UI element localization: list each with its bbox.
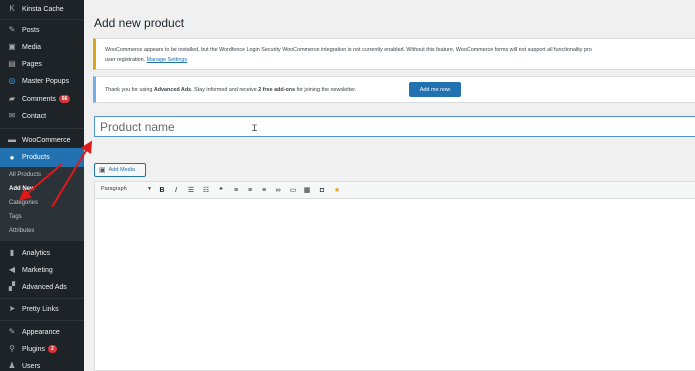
- kinsta-icon: K: [9, 4, 15, 13]
- menu-item-woocommerce[interactable]: ▬ WooCommerce: [0, 131, 84, 149]
- menu-item-master-popups[interactable]: ◎ Master Popups: [0, 72, 84, 90]
- menu-label: Appearance: [22, 328, 60, 336]
- submenu-tags[interactable]: Tags: [9, 214, 22, 220]
- ads-icon: ▞: [8, 282, 16, 291]
- add-media-button[interactable]: ▣ Add Media: [94, 163, 146, 177]
- menu-label: WooCommerce: [22, 136, 71, 144]
- submenu-add-new[interactable]: Add New: [9, 186, 35, 192]
- menu-item-users[interactable]: ♟ Users: [0, 357, 84, 371]
- numbered-list-icon[interactable]: ☷: [201, 185, 211, 195]
- notice-brand: Advanced Ads: [153, 87, 192, 93]
- notice-text: Thank you for using Advanced Ads. Stay i…: [105, 87, 356, 93]
- editor-toolbar: Paragraph ▼ B I ☰ ☷ ❝ ≡ ≡ ≡ ∞ ▭ ▦ ◘ ★: [95, 182, 695, 199]
- menu-separator: [0, 128, 84, 129]
- format-select[interactable]: Paragraph: [101, 186, 127, 192]
- mail-icon: ✉: [8, 111, 16, 120]
- menu-separator: [0, 19, 84, 20]
- notice-line-2: user registration.: [105, 57, 146, 63]
- pages-icon: ▤: [8, 59, 16, 68]
- product-title-field[interactable]: Ɪ: [94, 116, 695, 137]
- text-cursor-icon: Ɪ: [252, 123, 258, 133]
- link-icon[interactable]: ∞: [273, 185, 283, 195]
- menu-label: Posts: [22, 26, 40, 34]
- menu-item-marketing[interactable]: ◀ Marketing: [0, 261, 84, 279]
- comments-icon: ▰: [8, 94, 16, 103]
- align-left-icon[interactable]: ≡: [231, 185, 241, 195]
- menu-separator: [0, 320, 84, 321]
- menu-label: Users: [22, 362, 41, 370]
- user-icon: ♟: [8, 361, 16, 370]
- add-me-now-button[interactable]: Add me now: [409, 82, 461, 97]
- main-content: Add new product WooCommerce appears to b…: [84, 0, 695, 371]
- submenu-categories[interactable]: Categories: [9, 200, 38, 206]
- menu-item-media[interactable]: ▣ Media: [0, 38, 84, 56]
- wordfence-notice: WooCommerce appears to be installed, but…: [93, 38, 695, 70]
- comments-count-badge: 66: [58, 95, 71, 103]
- plugins-count-badge: 2: [47, 345, 57, 353]
- megaphone-icon: ◀: [8, 265, 16, 274]
- manage-settings-link[interactable]: Manage Settings: [147, 57, 187, 63]
- notice-line-1: WooCommerce appears to be installed, but…: [105, 47, 592, 53]
- italic-icon[interactable]: I: [171, 185, 181, 195]
- page-title: Add new product: [94, 16, 185, 30]
- square-icon[interactable]: ◘: [317, 185, 327, 195]
- menu-label: Contact: [22, 112, 47, 120]
- plug-icon: ⚲: [9, 344, 15, 353]
- notice-text-middle: . Stay informed and receive: [191, 87, 257, 93]
- woo-icon: ▬: [8, 135, 16, 144]
- notice-text: WooCommerce appears to be installed, but…: [105, 45, 592, 65]
- menu-item-comments[interactable]: ▰ Comments 66: [0, 90, 84, 108]
- blockquote-icon[interactable]: ❝: [216, 185, 226, 195]
- menu-item-products[interactable]: ● Products: [0, 148, 84, 167]
- notice-bold: 2 free add-ons: [258, 87, 296, 93]
- products-icon: ●: [9, 152, 15, 162]
- menu-item-analytics[interactable]: ▮ Analytics: [0, 244, 84, 262]
- menu-label: Master Popups: [22, 77, 70, 85]
- menu-label: Pages: [22, 60, 42, 68]
- submenu-attributes[interactable]: Attributes: [9, 228, 34, 234]
- menu-item-plugins[interactable]: ⚲ Plugins 2: [0, 340, 84, 358]
- star-icon[interactable]: ★: [332, 185, 342, 195]
- submenu-all-products[interactable]: All Products: [9, 172, 41, 178]
- content-editor[interactable]: Paragraph ▼ B I ☰ ☷ ❝ ≡ ≡ ≡ ∞ ▭ ▦ ◘ ★: [94, 181, 695, 371]
- menu-label: Pretty Links: [22, 305, 59, 313]
- bullet-list-icon[interactable]: ☰: [186, 185, 196, 195]
- menu-item-contact[interactable]: ✉ Contact: [0, 107, 84, 125]
- menu-label: Kinsta Cache: [22, 5, 64, 13]
- menu-item-pages[interactable]: ▤ Pages: [0, 55, 84, 73]
- pushpin-icon: ✎: [8, 25, 16, 34]
- admin-sidebar: K Kinsta Cache ✎ Posts ▣ Media ▤ Pages ◎…: [0, 0, 84, 371]
- add-media-label: Add Media: [108, 167, 135, 173]
- media-icon: ▣: [8, 42, 16, 51]
- media-icon: ▣: [99, 167, 106, 174]
- menu-item-advanced-ads[interactable]: ▞ Advanced Ads: [0, 278, 84, 296]
- bold-icon[interactable]: B: [157, 185, 167, 195]
- menu-item-posts[interactable]: ✎ Posts: [0, 21, 84, 39]
- menu-label: Media: [22, 43, 42, 51]
- links-icon: ➤: [8, 304, 16, 313]
- menu-label: Products: [22, 154, 50, 161]
- menu-item-appearance[interactable]: ✎ Appearance: [0, 323, 84, 341]
- analytics-icon: ▮: [9, 248, 15, 257]
- menu-label: Analytics: [22, 249, 51, 257]
- align-right-icon[interactable]: ≡: [259, 185, 269, 195]
- menu-item-pretty-links[interactable]: ➤ Pretty Links: [0, 300, 84, 318]
- menu-label: Comments: [22, 95, 56, 103]
- menu-label: Marketing: [22, 266, 53, 274]
- align-center-icon[interactable]: ≡: [245, 185, 255, 195]
- menu-label: Advanced Ads: [22, 283, 67, 291]
- product-name-input[interactable]: [95, 117, 695, 136]
- insert-more-icon[interactable]: ▭: [288, 185, 298, 195]
- notice-text-suffix: for joining the newsletter.: [296, 87, 357, 93]
- menu-item-kinsta-cache[interactable]: K Kinsta Cache: [0, 0, 84, 18]
- notice-text-prefix: Thank you for using: [105, 87, 153, 93]
- popups-icon: ◎: [8, 76, 16, 85]
- products-submenu: All Products Add New Categories Tags Att…: [0, 167, 84, 241]
- chevron-down-icon: ▼: [147, 186, 152, 192]
- menu-label: Plugins: [22, 345, 45, 353]
- advanced-ads-notice: Thank you for using Advanced Ads. Stay i…: [93, 76, 695, 103]
- menu-separator: [0, 298, 84, 299]
- brush-icon: ✎: [8, 327, 16, 336]
- toolbar-toggle-icon[interactable]: ▦: [302, 185, 312, 195]
